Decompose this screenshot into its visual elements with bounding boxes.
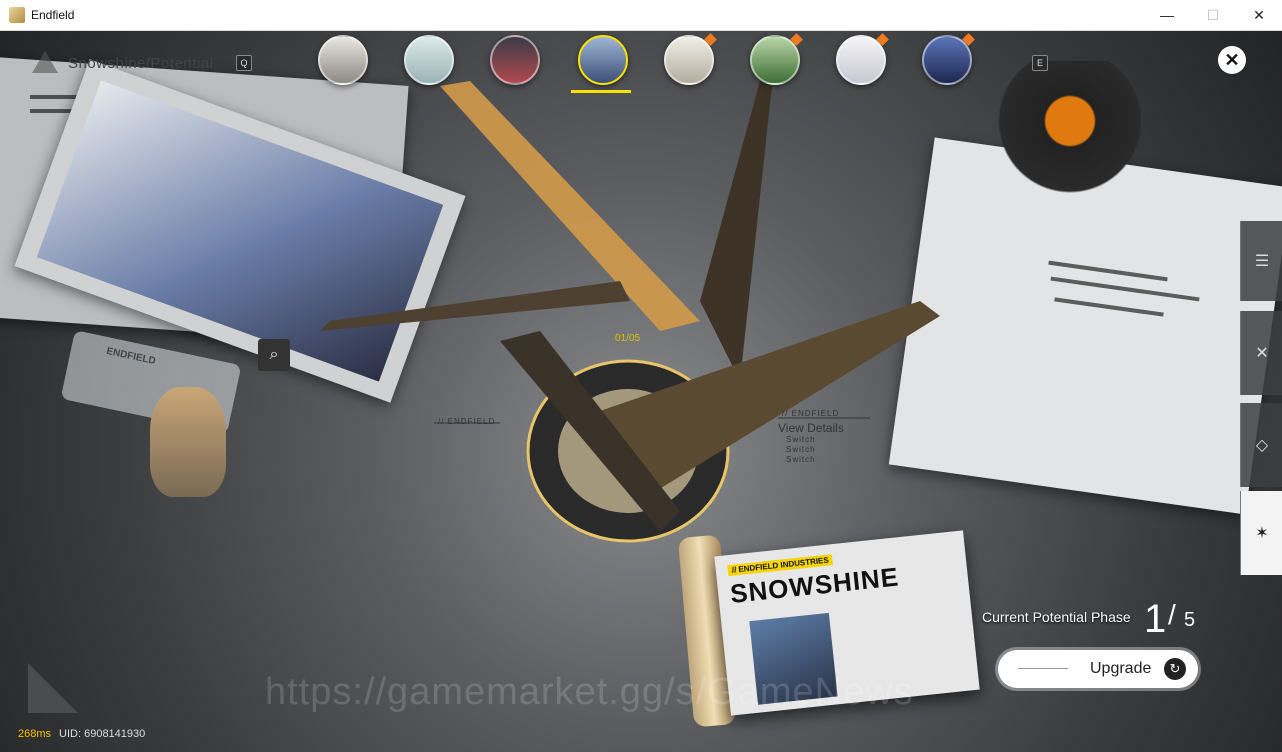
page-breadcrumb: Snowshine/Potential bbox=[68, 55, 214, 72]
operator-avatar-2[interactable] bbox=[404, 35, 454, 85]
window-title: Endfield bbox=[31, 8, 75, 22]
potential-tab[interactable]: ✶ bbox=[1240, 491, 1282, 575]
operator-avatar-3[interactable] bbox=[490, 35, 540, 85]
maximize-button[interactable]: ☐ bbox=[1190, 0, 1236, 30]
close-window-button[interactable]: ✕ bbox=[1236, 0, 1282, 30]
switch-label: Switch bbox=[786, 435, 816, 444]
menu-tab[interactable]: ☰ bbox=[1240, 221, 1282, 301]
window-controls: — ☐ ✕ bbox=[1144, 0, 1282, 30]
phase-divider: / bbox=[1168, 599, 1176, 630]
hud-endfield-tag-right: // ENDFIELD bbox=[782, 409, 840, 418]
potential-counter: 01/05 bbox=[615, 333, 641, 344]
prev-operator-key[interactable]: Q bbox=[236, 55, 252, 71]
switch-label: Switch bbox=[786, 445, 816, 454]
blade-2 bbox=[320, 281, 630, 331]
cross-swords-icon: ✕ bbox=[1255, 345, 1269, 362]
hud-endfield-tag-left: // ENDFIELD bbox=[438, 417, 496, 426]
menu-icon: ☰ bbox=[1254, 253, 1270, 270]
potential-phase-label: Current Potential Phase bbox=[982, 609, 1131, 625]
upgrade-label: Upgrade bbox=[1090, 660, 1152, 677]
app-icon bbox=[9, 7, 25, 23]
next-operator-key[interactable]: E bbox=[1032, 55, 1048, 71]
blade-4 bbox=[600, 301, 940, 501]
selected-operator-indicator bbox=[571, 90, 631, 93]
watermark: https://gamemarket.gg/s/GameNews bbox=[265, 671, 914, 713]
switch-label: Switch bbox=[786, 455, 816, 464]
upgrade-button[interactable]: Upgrade ↻ bbox=[998, 650, 1198, 688]
window-titlebar: Endfield — ☐ ✕ bbox=[0, 0, 1282, 31]
game-scene: ⌕ ENDFIELD 01/05 // ENDFIELD // ENDFIELD… bbox=[0, 31, 1282, 752]
upgrade-icon: ↻ bbox=[1164, 658, 1186, 680]
potential-star-icon: ✶ bbox=[1255, 525, 1269, 542]
skills-tab[interactable]: ✕ bbox=[1240, 311, 1282, 395]
view-details-link[interactable]: View Details bbox=[778, 421, 844, 435]
close-screen-button[interactable]: ✕ bbox=[1218, 46, 1246, 74]
potential-phase-current: 1 bbox=[1144, 597, 1167, 641]
operator-avatar-1[interactable] bbox=[318, 35, 368, 85]
ping-indicator: 268ms bbox=[18, 728, 52, 740]
minimize-button[interactable]: — bbox=[1144, 0, 1190, 30]
potential-phase-total: 5 bbox=[1184, 609, 1196, 631]
diamond-icon: ◇ bbox=[1255, 437, 1269, 454]
equipment-tab[interactable]: ◇ bbox=[1240, 403, 1282, 487]
status-bar: 268ms UID: 6908141930 bbox=[18, 728, 145, 740]
upgrade-decor-line bbox=[1018, 668, 1068, 669]
blade-3 bbox=[700, 81, 772, 381]
close-icon: ✕ bbox=[1224, 49, 1240, 70]
operator-roster-bar: Snowshine/Potential Q E bbox=[0, 31, 1282, 93]
operator-avatar-snowshine[interactable] bbox=[578, 35, 628, 85]
endfield-logo-icon bbox=[32, 51, 58, 73]
user-uid: UID: 6908141930 bbox=[59, 728, 146, 740]
